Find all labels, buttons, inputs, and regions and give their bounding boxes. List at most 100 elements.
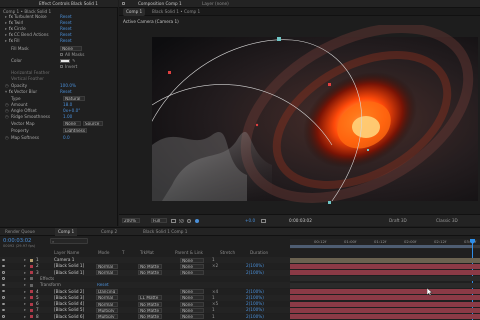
blend-mode-select[interactable]: Multiply — [96, 307, 118, 313]
expand-chevron-icon[interactable]: ▸ — [24, 307, 26, 313]
layer-in-point[interactable]: 1 — [212, 257, 215, 263]
expand-chevron-icon[interactable]: ▸ — [24, 257, 26, 263]
tab-comp-1[interactable]: Comp 1 — [55, 228, 78, 236]
layer-duration-bar[interactable] — [290, 301, 480, 307]
layer-duration[interactable]: 2(100%) — [246, 270, 264, 276]
mask-handle[interactable] — [328, 83, 331, 86]
visibility-eye-icon[interactable] — [2, 277, 5, 280]
layer-name[interactable]: [Black Solid 1] — [54, 263, 84, 269]
amount-value[interactable]: 18.0 — [63, 102, 72, 108]
stopwatch-icon[interactable]: ◷ — [5, 102, 9, 108]
all-masks-checkbox[interactable] — [60, 53, 63, 57]
effect-reset-button[interactable]: Reset — [60, 32, 72, 38]
blend-mode-select[interactable]: Normal — [96, 263, 118, 269]
opacity-value[interactable]: 100.0% — [60, 83, 76, 89]
expand-chevron-icon[interactable]: ▸ — [24, 270, 26, 276]
visibility-eye-icon[interactable] — [2, 258, 5, 261]
zoom-select[interactable]: 200% — [122, 218, 140, 223]
layer-row[interactable]: ▸ 6 [Black Solid 4] Normal No Matte None ×5 2(1… — [0, 301, 290, 308]
classic-3d-label[interactable]: Classic 3D — [436, 218, 458, 223]
fill-mask-select[interactable]: None — [60, 46, 82, 52]
parent-select[interactable]: None — [180, 301, 204, 307]
header-layer-name[interactable]: Layer Name — [54, 250, 79, 256]
expand-chevron-icon[interactable]: ▸ — [24, 314, 26, 320]
track-matte-select[interactable]: No Matte — [138, 307, 162, 313]
layer-duration-bar[interactable] — [290, 289, 480, 294]
snapshot-icon[interactable] — [261, 218, 266, 223]
transform-reset-button[interactable]: Reset — [96, 283, 118, 288]
visibility-eye-icon[interactable] — [2, 315, 5, 318]
lock-icon[interactable] — [122, 1, 125, 5]
layer-name[interactable]: [Black Solid 4] — [54, 301, 84, 307]
expand-chevron-icon[interactable]: ▸ — [24, 289, 26, 295]
layer-in-point[interactable]: 1 — [212, 314, 215, 320]
vector-blur-reset[interactable]: Reset — [60, 89, 72, 95]
label-color-swatch[interactable] — [30, 258, 33, 262]
layer-duration-bar[interactable] — [290, 314, 480, 320]
layer-duration-bar[interactable] — [290, 307, 480, 313]
tab-layer[interactable]: Layer (none) — [199, 0, 232, 8]
layer-duration[interactable]: 2(100%) — [246, 314, 264, 320]
label-color-swatch[interactable] — [30, 308, 33, 312]
map-softness-value[interactable]: 0.0 — [63, 135, 70, 141]
expand-chevron-icon[interactable]: ▸ — [5, 38, 7, 44]
layer-duration[interactable]: 2(100%) — [246, 295, 264, 301]
header-t[interactable]: T — [122, 250, 125, 256]
label-color-swatch[interactable] — [30, 277, 33, 281]
visibility-eye-icon[interactable] — [2, 290, 5, 293]
layer-in-point[interactable]: 1 — [212, 295, 215, 301]
vector-map-select[interactable]: None — [63, 121, 81, 127]
effect-reset-button[interactable]: Reset — [60, 14, 72, 20]
layer-name[interactable]: [Black Solid 5] — [54, 307, 84, 313]
mask-vertex[interactable] — [277, 37, 281, 41]
ridge-smoothness-value[interactable]: 1.00 — [63, 114, 72, 120]
draft-3d-toggle[interactable]: Draft 3D — [389, 218, 407, 223]
fx-icon[interactable]: fx — [9, 89, 13, 95]
blend-mode-select[interactable]: Dancing — [96, 289, 118, 294]
layer-row[interactable]: ▸ Transform Reset — [0, 282, 290, 289]
parent-select[interactable]: None — [180, 263, 204, 269]
label-color-swatch[interactable] — [30, 302, 33, 306]
layer-name[interactable]: [Black Solid 1] — [54, 270, 84, 276]
expand-chevron-icon[interactable]: ▸ — [24, 276, 26, 282]
track-matte-select[interactable]: L1 Matte — [138, 295, 162, 301]
tab-effect-controls[interactable]: Effect Controls Black Solid 1 — [36, 0, 101, 8]
layer-name[interactable]: Transform — [40, 282, 61, 288]
parent-select[interactable]: None — [180, 314, 204, 320]
label-color-swatch[interactable] — [30, 271, 33, 275]
layer-row[interactable]: ▸ 8 [Black Solid 6] Multiply No Matte None 1 2(… — [0, 313, 290, 320]
fx-icon[interactable]: fx — [9, 20, 13, 26]
track-matte-select[interactable]: No Matte — [138, 314, 162, 320]
parent-select[interactable]: None — [180, 295, 204, 301]
header-mode[interactable]: Mode — [98, 250, 109, 256]
expand-chevron-icon[interactable]: ▸ — [24, 263, 26, 269]
layer-duration-bar[interactable] — [290, 270, 480, 276]
resolution-select[interactable]: Full — [151, 218, 167, 223]
label-color-swatch[interactable] — [30, 290, 33, 293]
expand-chevron-icon[interactable]: ▸ — [24, 295, 26, 301]
layer-row[interactable]: ▸ 7 [Black Solid 5] Multiply No Matte None 1 2(… — [0, 307, 290, 314]
tab-comp-2[interactable]: Comp 2 — [98, 228, 120, 236]
layer-duration-bar[interactable] — [290, 263, 480, 269]
header-trkmat[interactable]: TrkMat — [140, 250, 154, 256]
visibility-eye-icon[interactable] — [2, 271, 5, 274]
label-color-swatch[interactable] — [30, 283, 33, 287]
effect-reset-button[interactable]: Reset — [60, 26, 72, 32]
fx-icon[interactable]: fx — [9, 38, 13, 44]
tab-black-solid-comp[interactable]: Black Solid 1 Comp 1 — [140, 228, 190, 236]
mask-vertex[interactable] — [328, 201, 331, 204]
tab-composition[interactable]: Composition Comp 1 — [135, 0, 185, 8]
search-layers-input[interactable]: ⌕ — [50, 238, 88, 244]
layer-name[interactable]: Effects — [40, 276, 54, 282]
anchor-point[interactable] — [255, 123, 259, 127]
layer-row[interactable]: ▸ 1 Camera 1 None 1 — [0, 257, 290, 263]
layer-name[interactable]: [Black Solid 6] — [54, 314, 84, 320]
parent-select[interactable]: None — [180, 307, 204, 313]
layer-duration[interactable]: 2(100%) — [246, 289, 264, 295]
effect-reset-button[interactable]: Reset — [60, 20, 72, 26]
parent-select[interactable]: None — [180, 257, 204, 263]
header-parent[interactable]: Parent & Link — [175, 250, 203, 256]
tab-render-queue[interactable]: Render Queue — [2, 228, 38, 236]
mask-handle[interactable] — [168, 71, 171, 74]
mask-handle[interactable] — [367, 149, 369, 151]
